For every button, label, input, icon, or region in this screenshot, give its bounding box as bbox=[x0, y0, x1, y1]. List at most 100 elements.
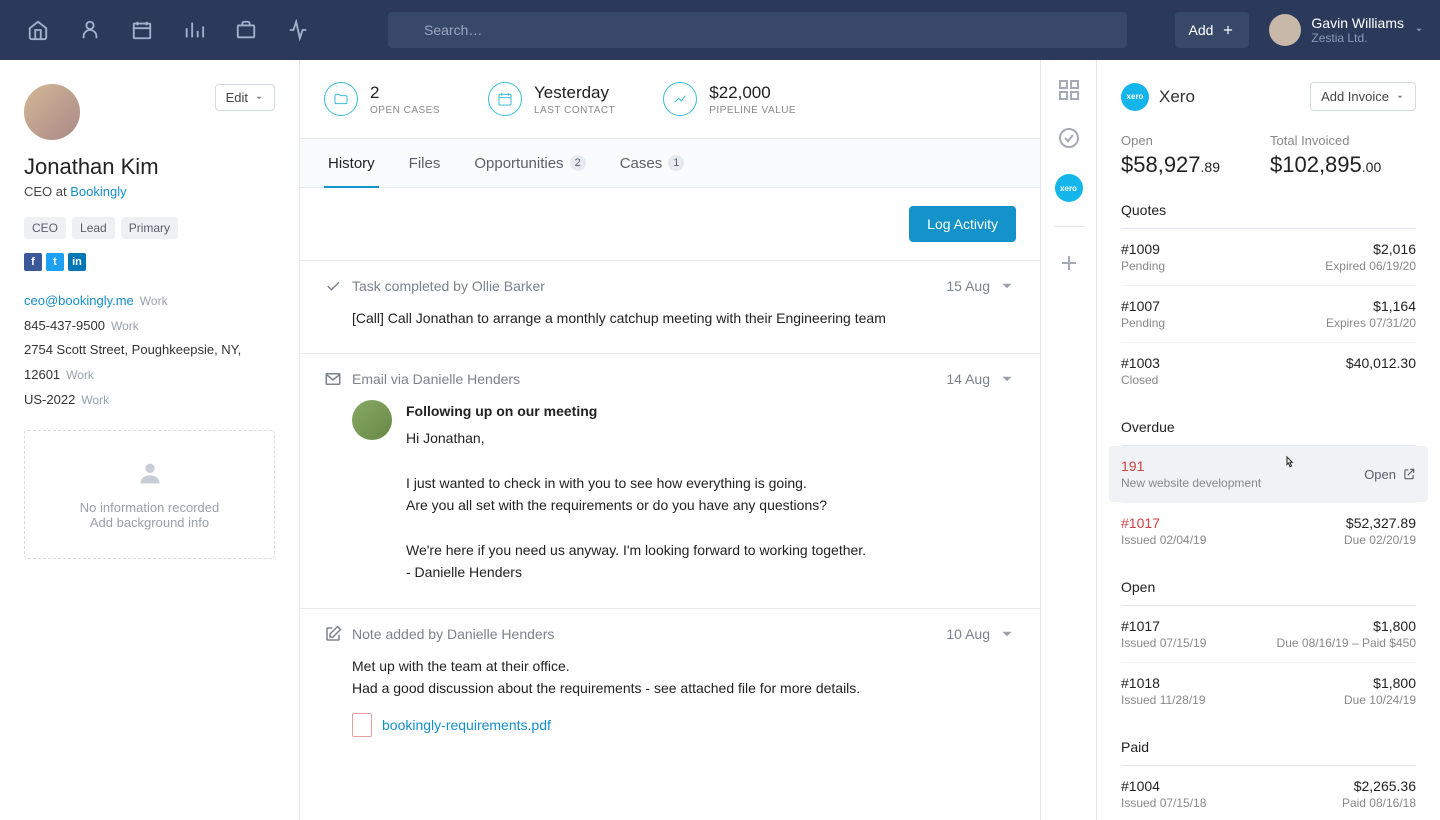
activity-icon[interactable] bbox=[276, 8, 320, 52]
quote-row[interactable]: #1009Pending$2,016Expired 06/19/20 bbox=[1121, 229, 1416, 285]
role-prefix: CEO at bbox=[24, 184, 70, 199]
inv-sub: Issued 07/15/19 bbox=[1121, 636, 1206, 650]
info-label: Work bbox=[140, 294, 168, 308]
checkmark-circle-icon[interactable] bbox=[1057, 126, 1081, 150]
contact-panel: Edit Jonathan Kim CEO at Bookingly CEO L… bbox=[0, 60, 300, 820]
background-info-box[interactable]: No information recorded Add background i… bbox=[24, 430, 275, 559]
tab-count: 2 bbox=[570, 155, 586, 171]
briefcase-icon[interactable] bbox=[224, 8, 268, 52]
chevron-down-icon[interactable] bbox=[998, 625, 1016, 643]
timeline-item-task: Task completed by Ollie Barker 15 Aug [C… bbox=[300, 260, 1040, 353]
overdue-row[interactable]: 191 New website development Open bbox=[1109, 446, 1428, 502]
inv-amt-sub: Expires 07/31/20 bbox=[1326, 316, 1416, 330]
quote-row[interactable]: #1003Closed$40,012.30 bbox=[1121, 342, 1416, 399]
divider bbox=[1054, 226, 1084, 227]
external-link-icon bbox=[1402, 467, 1416, 481]
contact-avatar bbox=[24, 84, 80, 140]
tab-files[interactable]: Files bbox=[405, 139, 445, 187]
tab-history[interactable]: History bbox=[324, 139, 379, 187]
inv-id: 191 bbox=[1121, 458, 1261, 474]
twitter-icon[interactable]: t bbox=[46, 253, 64, 271]
tab-opportunities[interactable]: Opportunities 2 bbox=[470, 139, 589, 187]
chevron-down-icon bbox=[1395, 92, 1405, 102]
grid-icon[interactable] bbox=[1057, 78, 1081, 102]
section-quotes: Quotes bbox=[1121, 202, 1416, 229]
home-icon[interactable] bbox=[16, 8, 60, 52]
inv-amt: $2,265.36 bbox=[1342, 778, 1416, 794]
inv-amt-sub: Due 02/20/19 bbox=[1344, 533, 1416, 547]
inv-id: #1007 bbox=[1121, 298, 1165, 314]
email-line: - Danielle Henders bbox=[406, 561, 1016, 583]
stat-open-cases[interactable]: 2OPEN CASES bbox=[324, 82, 440, 116]
folder-icon bbox=[324, 82, 358, 116]
total-label: Open bbox=[1121, 133, 1220, 148]
address-value: 2754 Scott Street, Poughkeepsie, NY, 126… bbox=[24, 342, 241, 382]
social-links: f t in bbox=[24, 253, 275, 271]
tag[interactable]: Lead bbox=[72, 217, 115, 239]
email-line: We're here if you need us anyway. I'm lo… bbox=[406, 539, 1016, 561]
quote-row[interactable]: #1007Pending$1,164Expires 07/31/20 bbox=[1121, 285, 1416, 342]
email-line: I just wanted to check in with you to se… bbox=[406, 472, 1016, 494]
search-wrap bbox=[388, 12, 1127, 48]
inv-amt-sub: Due 08/16/19 – Paid $450 bbox=[1277, 636, 1416, 650]
add-integration-icon[interactable] bbox=[1057, 251, 1081, 275]
log-activity-button[interactable]: Log Activity bbox=[909, 206, 1016, 242]
timeline: Task completed by Ollie Barker 15 Aug [C… bbox=[300, 260, 1040, 761]
inv-id: #1004 bbox=[1121, 778, 1206, 794]
navbar: Add Gavin Williams Zestia Ltd. bbox=[0, 0, 1440, 60]
add-invoice-button[interactable]: Add Invoice bbox=[1310, 82, 1416, 111]
person-icon[interactable] bbox=[68, 8, 112, 52]
user-org: Zestia Ltd. bbox=[1311, 31, 1404, 45]
open-row[interactable]: #1017Issued 07/15/19$1,800Due 08/16/19 –… bbox=[1121, 606, 1416, 662]
user-name: Gavin Williams bbox=[1311, 15, 1404, 31]
calendar-icon[interactable] bbox=[120, 8, 164, 52]
info-label: Work bbox=[81, 393, 109, 407]
tab-cases[interactable]: Cases1 bbox=[616, 139, 689, 187]
reports-icon[interactable] bbox=[172, 8, 216, 52]
tag[interactable]: Primary bbox=[121, 217, 178, 239]
inv-sub: Pending bbox=[1121, 259, 1165, 273]
company-link[interactable]: Bookingly bbox=[70, 184, 126, 199]
inv-amt-sub: Paid 08/16/18 bbox=[1342, 796, 1416, 810]
inv-sub: New website development bbox=[1121, 476, 1261, 490]
open-row[interactable]: #1018Issued 11/28/19$1,800Due 10/24/19 bbox=[1121, 662, 1416, 719]
search-input[interactable] bbox=[388, 12, 1127, 48]
extra-value: US-2022 bbox=[24, 392, 75, 407]
edit-button[interactable]: Edit bbox=[215, 84, 275, 111]
overdue-row[interactable]: #1017Issued 02/04/19$52,327.89Due 02/20/… bbox=[1121, 502, 1416, 559]
tab-count: 1 bbox=[668, 155, 684, 171]
user-menu[interactable]: Gavin Williams Zestia Ltd. bbox=[1269, 14, 1424, 46]
chevron-down-icon[interactable] bbox=[998, 277, 1016, 295]
stat-pipeline[interactable]: $22,000PIPELINE VALUE bbox=[663, 82, 796, 116]
stat-value: 2 bbox=[370, 83, 440, 103]
inv-sub: Issued 07/15/18 bbox=[1121, 796, 1206, 810]
facebook-icon[interactable]: f bbox=[24, 253, 42, 271]
linkedin-icon[interactable]: in bbox=[68, 253, 86, 271]
email-line: Are you all set with the requirements or… bbox=[406, 494, 1016, 516]
paid-row[interactable]: #1004 Issued 07/15/18 $2,265.36 Paid 08/16/… bbox=[1121, 766, 1416, 820]
inv-amt-sub: Due 10/24/19 bbox=[1344, 693, 1416, 707]
timeline-date: 14 Aug bbox=[946, 371, 990, 387]
no-info-title: No information recorded bbox=[37, 500, 262, 515]
email-link[interactable]: ceo@bookingly.me bbox=[24, 293, 134, 308]
email-line: Hi Jonathan, bbox=[406, 427, 1016, 449]
inv-amt: $40,012.30 bbox=[1346, 355, 1416, 371]
xero-logo-icon: xero bbox=[1121, 83, 1149, 111]
inv-sub: Pending bbox=[1121, 316, 1165, 330]
add-button[interactable]: Add bbox=[1175, 12, 1250, 48]
attachment-link[interactable]: bookingly-requirements.pdf bbox=[382, 714, 551, 736]
xero-rail-icon[interactable]: xero bbox=[1055, 174, 1083, 202]
open-label: Open bbox=[1364, 467, 1396, 482]
person-placeholder-icon bbox=[136, 459, 164, 487]
chevron-down-icon[interactable] bbox=[998, 370, 1016, 388]
inv-amt: $52,327.89 bbox=[1344, 515, 1416, 531]
total-label: Total Invoiced bbox=[1270, 133, 1381, 148]
stat-last-contact[interactable]: YesterdayLAST CONTACT bbox=[488, 82, 615, 116]
tab-label: Opportunities bbox=[474, 155, 563, 172]
inv-id: #1009 bbox=[1121, 241, 1165, 257]
tag[interactable]: CEO bbox=[24, 217, 66, 239]
add-invoice-label: Add Invoice bbox=[1321, 89, 1389, 104]
contact-info: ceo@bookingly.meWork 845-437-9500Work 27… bbox=[24, 289, 275, 412]
inv-id: #1017 bbox=[1121, 618, 1206, 634]
inv-amt: $1,800 bbox=[1344, 675, 1416, 691]
